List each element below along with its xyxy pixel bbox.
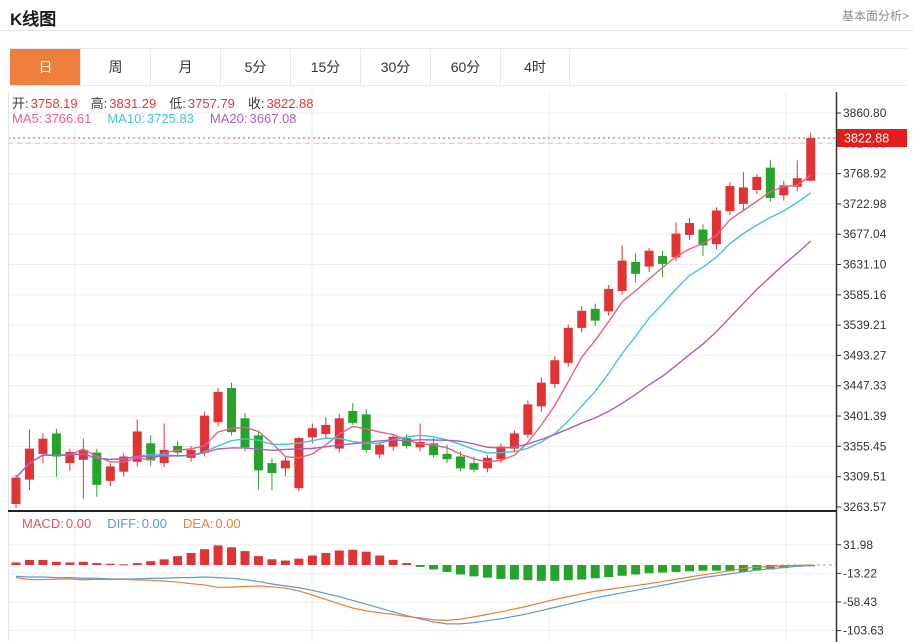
svg-text:3677.04: 3677.04 bbox=[843, 227, 887, 241]
dea-label: DEA: bbox=[183, 516, 213, 531]
macd-value: 0.00 bbox=[66, 516, 91, 531]
svg-text:3585.16: 3585.16 bbox=[843, 288, 887, 302]
svg-text:-13.22: -13.22 bbox=[843, 566, 877, 580]
svg-text:3768.92: 3768.92 bbox=[843, 167, 887, 181]
kline-widget: K线图 基本面分析> 日周月5分15分30分60分4时 3860.803814.… bbox=[0, 0, 914, 642]
svg-text:3631.10: 3631.10 bbox=[843, 258, 887, 272]
diff-value: 0.00 bbox=[142, 516, 167, 531]
ma10-value: 3725.83 bbox=[147, 111, 194, 126]
open-value: 3758.19 bbox=[31, 96, 78, 111]
high-label: 高: bbox=[91, 96, 108, 111]
open-label: 开: bbox=[12, 96, 29, 111]
low-label: 低: bbox=[169, 96, 186, 111]
svg-text:3355.45: 3355.45 bbox=[843, 439, 887, 453]
macd-readout: MACD:0.00DIFF:0.00DEA:0.00 bbox=[22, 516, 257, 531]
grid-layer bbox=[8, 92, 836, 641]
diff-line bbox=[16, 566, 811, 624]
svg-text:3539.21: 3539.21 bbox=[843, 318, 887, 332]
low-value: 3757.79 bbox=[188, 96, 235, 111]
svg-text:-58.43: -58.43 bbox=[843, 595, 877, 609]
svg-text:-103.63: -103.63 bbox=[843, 624, 884, 638]
diff-label: DIFF: bbox=[107, 516, 140, 531]
ma5-value: 3766.61 bbox=[44, 111, 91, 126]
current-price-badge: 3822.88 bbox=[837, 129, 907, 147]
high-value: 3831.29 bbox=[109, 96, 156, 111]
svg-text:3309.51: 3309.51 bbox=[843, 470, 887, 484]
axes bbox=[8, 92, 837, 642]
svg-text:3493.27: 3493.27 bbox=[843, 348, 887, 362]
candles-layer bbox=[12, 132, 816, 508]
reference-lines bbox=[8, 138, 836, 143]
macd-histogram bbox=[12, 545, 837, 580]
dea-value: 0.00 bbox=[215, 516, 240, 531]
svg-text:3860.80: 3860.80 bbox=[843, 106, 887, 120]
close-label: 收: bbox=[248, 96, 265, 111]
ma5-label: MA5: bbox=[12, 111, 42, 126]
ma20-label: MA20: bbox=[210, 111, 248, 126]
svg-text:3447.33: 3447.33 bbox=[843, 379, 887, 393]
svg-text:31.98: 31.98 bbox=[843, 538, 873, 552]
svg-text:3722.98: 3722.98 bbox=[843, 197, 887, 211]
svg-text:3263.57: 3263.57 bbox=[843, 500, 887, 514]
ohlc-readout: 开:3758.19 高:3831.29 低:3757.79 收:3822.88 bbox=[12, 93, 327, 112]
macd-axis-labels: 31.98 -13.22 -58.43 -103.63 bbox=[836, 538, 884, 638]
ma10-label: MA10: bbox=[107, 111, 145, 126]
ma-readout: MA5:3766.61 MA10:3725.83 MA20:3667.08 bbox=[12, 111, 313, 126]
ma20-value: 3667.08 bbox=[250, 111, 297, 126]
svg-text:3401.39: 3401.39 bbox=[843, 409, 887, 423]
close-value: 3822.88 bbox=[267, 96, 314, 111]
svg-text:3822.88: 3822.88 bbox=[844, 132, 889, 146]
macd-label: MACD: bbox=[22, 516, 64, 531]
y-axis-labels: 3860.803814.863768.923722.983677.043631.… bbox=[836, 106, 887, 514]
